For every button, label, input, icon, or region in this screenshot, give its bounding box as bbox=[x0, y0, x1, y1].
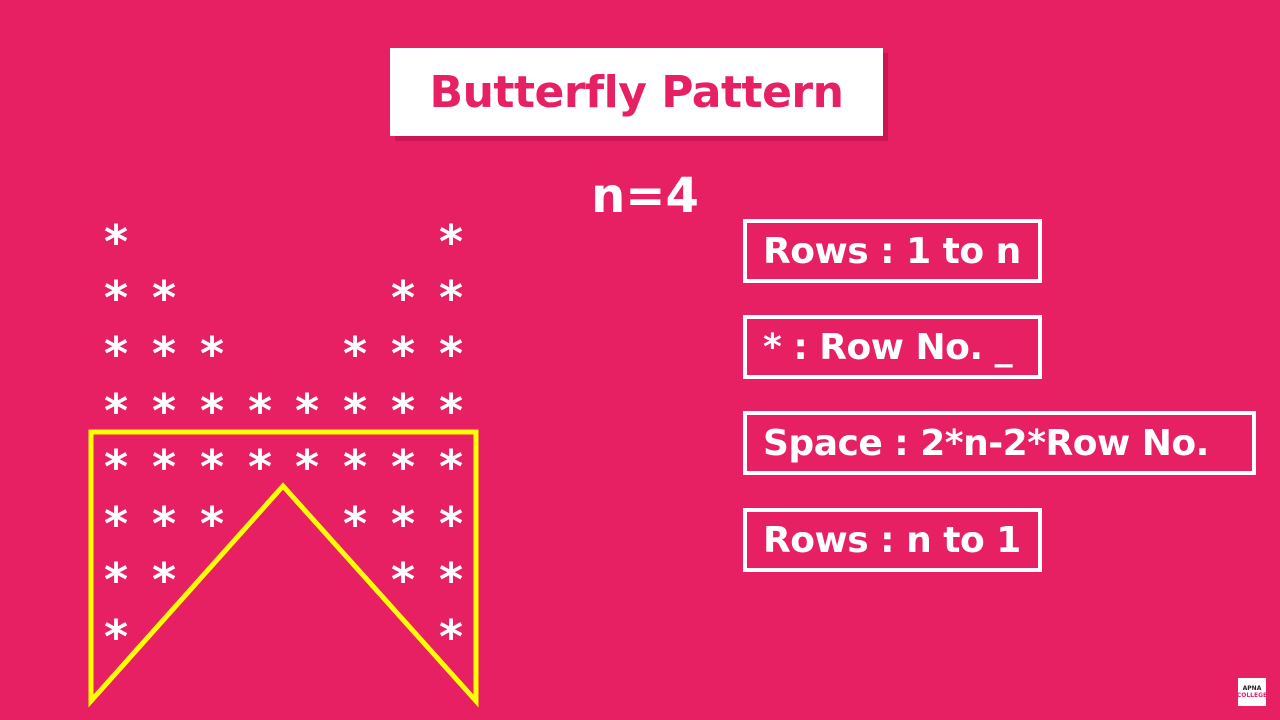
rule-box-rows-ascending: Rows : 1 to n bbox=[743, 219, 1042, 283]
rule-box-rows-descending: Rows : n to 1 bbox=[743, 508, 1042, 572]
logo-line-2: COLLEGE bbox=[1236, 692, 1268, 699]
lower-half-highlight bbox=[88, 429, 479, 708]
rule-text: Rows : n to 1 bbox=[763, 519, 1021, 561]
highlight-outline bbox=[88, 429, 479, 708]
logo-line-1: APNA bbox=[1242, 685, 1262, 692]
rule-text: * : Row No. _ bbox=[763, 326, 1013, 368]
rule-box-spaces: Space : 2*n-2*Row No. bbox=[743, 411, 1256, 475]
channel-logo: APNA COLLEGE bbox=[1236, 678, 1268, 706]
rule-box-stars: * : Row No. _ bbox=[743, 315, 1042, 379]
rule-text: Rows : 1 to n bbox=[763, 230, 1021, 272]
rule-text: Space : 2*n-2*Row No. bbox=[763, 422, 1209, 464]
